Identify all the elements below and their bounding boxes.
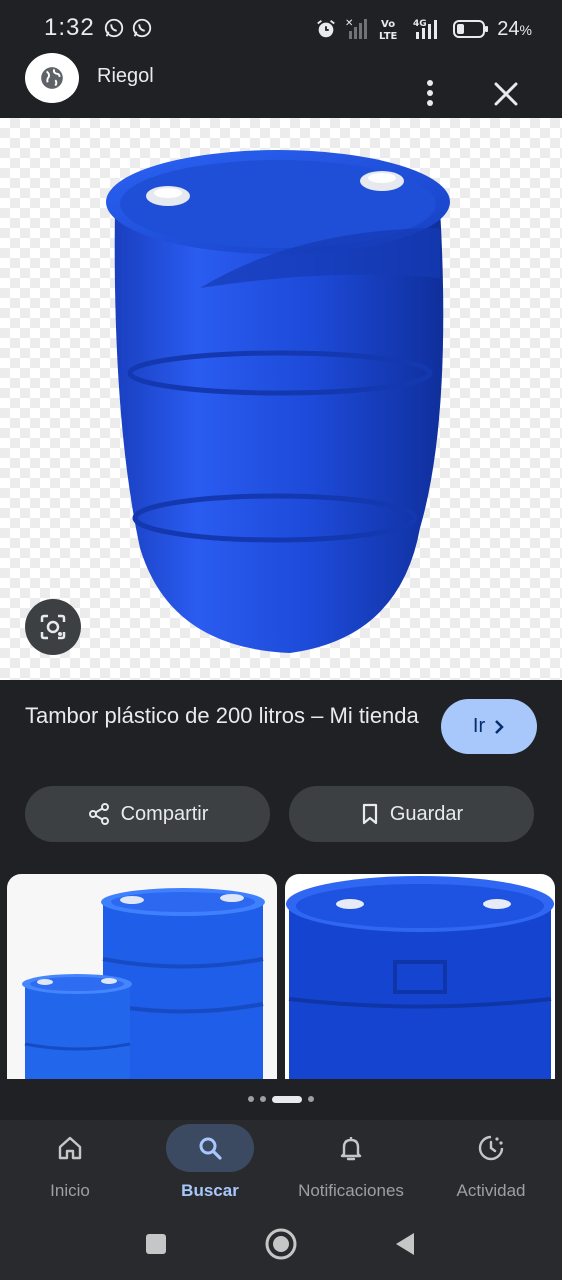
nav-label: Actividad	[456, 1181, 526, 1200]
pager-dot	[248, 1096, 254, 1102]
status-time: 1:32	[44, 14, 95, 41]
signal-4g-icon: 4G	[413, 19, 438, 39]
save-label: Guardar	[389, 802, 464, 825]
battery-level: 24%	[497, 17, 532, 40]
related-image[interactable]	[7, 874, 277, 1079]
nav-item-inicio[interactable]: Inicio	[0, 1124, 140, 1210]
bell-icon	[340, 1137, 362, 1161]
share-icon	[88, 803, 109, 825]
globe-icon	[41, 67, 63, 89]
recents-button-icon[interactable]	[145, 1233, 167, 1255]
nav-item-notificaciones[interactable]: Notificaciones	[281, 1124, 421, 1210]
viewer-header	[0, 56, 562, 118]
google-lens-button[interactable]	[25, 599, 81, 655]
pager-dot	[308, 1096, 314, 1102]
pager-dot	[260, 1096, 266, 1102]
product-title[interactable]: Tambor plástico de 200 litros – Mi tiend…	[25, 700, 425, 731]
svg-text:✕: ✕	[345, 18, 353, 29]
back-button-icon[interactable]	[393, 1231, 417, 1257]
nav-item-buscar[interactable]: Buscar	[140, 1124, 280, 1210]
close-icon[interactable]	[490, 78, 522, 110]
whatsapp-icon	[132, 18, 152, 38]
svg-text:Vo: Vo	[381, 19, 395, 30]
pager-dot-active	[272, 1095, 302, 1103]
carousel-indicator	[0, 1094, 562, 1104]
volte-icon: Vo LTE	[379, 19, 398, 41]
search-icon	[199, 1137, 222, 1160]
bookmark-icon	[362, 803, 377, 825]
nav-item-actividad[interactable]: Actividad	[421, 1124, 561, 1210]
visit-button-label: Ir	[472, 715, 486, 737]
site-favicon[interactable]	[25, 53, 79, 103]
nav-label: Notificaciones	[298, 1181, 404, 1200]
nav-label: Buscar	[181, 1181, 239, 1200]
whatsapp-icon	[104, 18, 124, 38]
home-icon	[58, 1136, 82, 1160]
share-label: Compartir	[120, 802, 209, 825]
activity-icon	[478, 1135, 504, 1161]
lens-icon	[40, 614, 66, 640]
battery-icon	[453, 20, 489, 38]
more-options-icon[interactable]	[418, 78, 442, 108]
visit-button[interactable]: Ir	[441, 699, 537, 754]
signal-no-service-icon: ✕	[345, 18, 368, 39]
svg-text:LTE: LTE	[379, 31, 398, 41]
svg-text:4G: 4G	[413, 19, 427, 29]
site-name[interactable]: Riegol	[97, 65, 154, 88]
product-image[interactable]	[0, 118, 562, 680]
home-button-icon[interactable]	[264, 1227, 298, 1261]
blue-drum-image	[106, 150, 450, 653]
share-button[interactable]: Compartir	[25, 786, 270, 842]
nav-pill	[447, 1124, 535, 1172]
related-image[interactable]	[285, 874, 555, 1079]
save-button[interactable]: Guardar	[289, 786, 534, 842]
alarm-icon	[317, 20, 336, 38]
status-indicators: ✕ Vo LTE 4G 24%	[315, 15, 532, 43]
chevron-right-icon	[495, 719, 504, 734]
nav-pill	[26, 1124, 114, 1172]
drum-closeup-image	[286, 876, 554, 1079]
two-drums-image	[22, 888, 265, 1079]
nav-label: Inicio	[50, 1181, 90, 1200]
nav-pill	[307, 1124, 395, 1172]
nav-pill-active	[166, 1124, 254, 1172]
